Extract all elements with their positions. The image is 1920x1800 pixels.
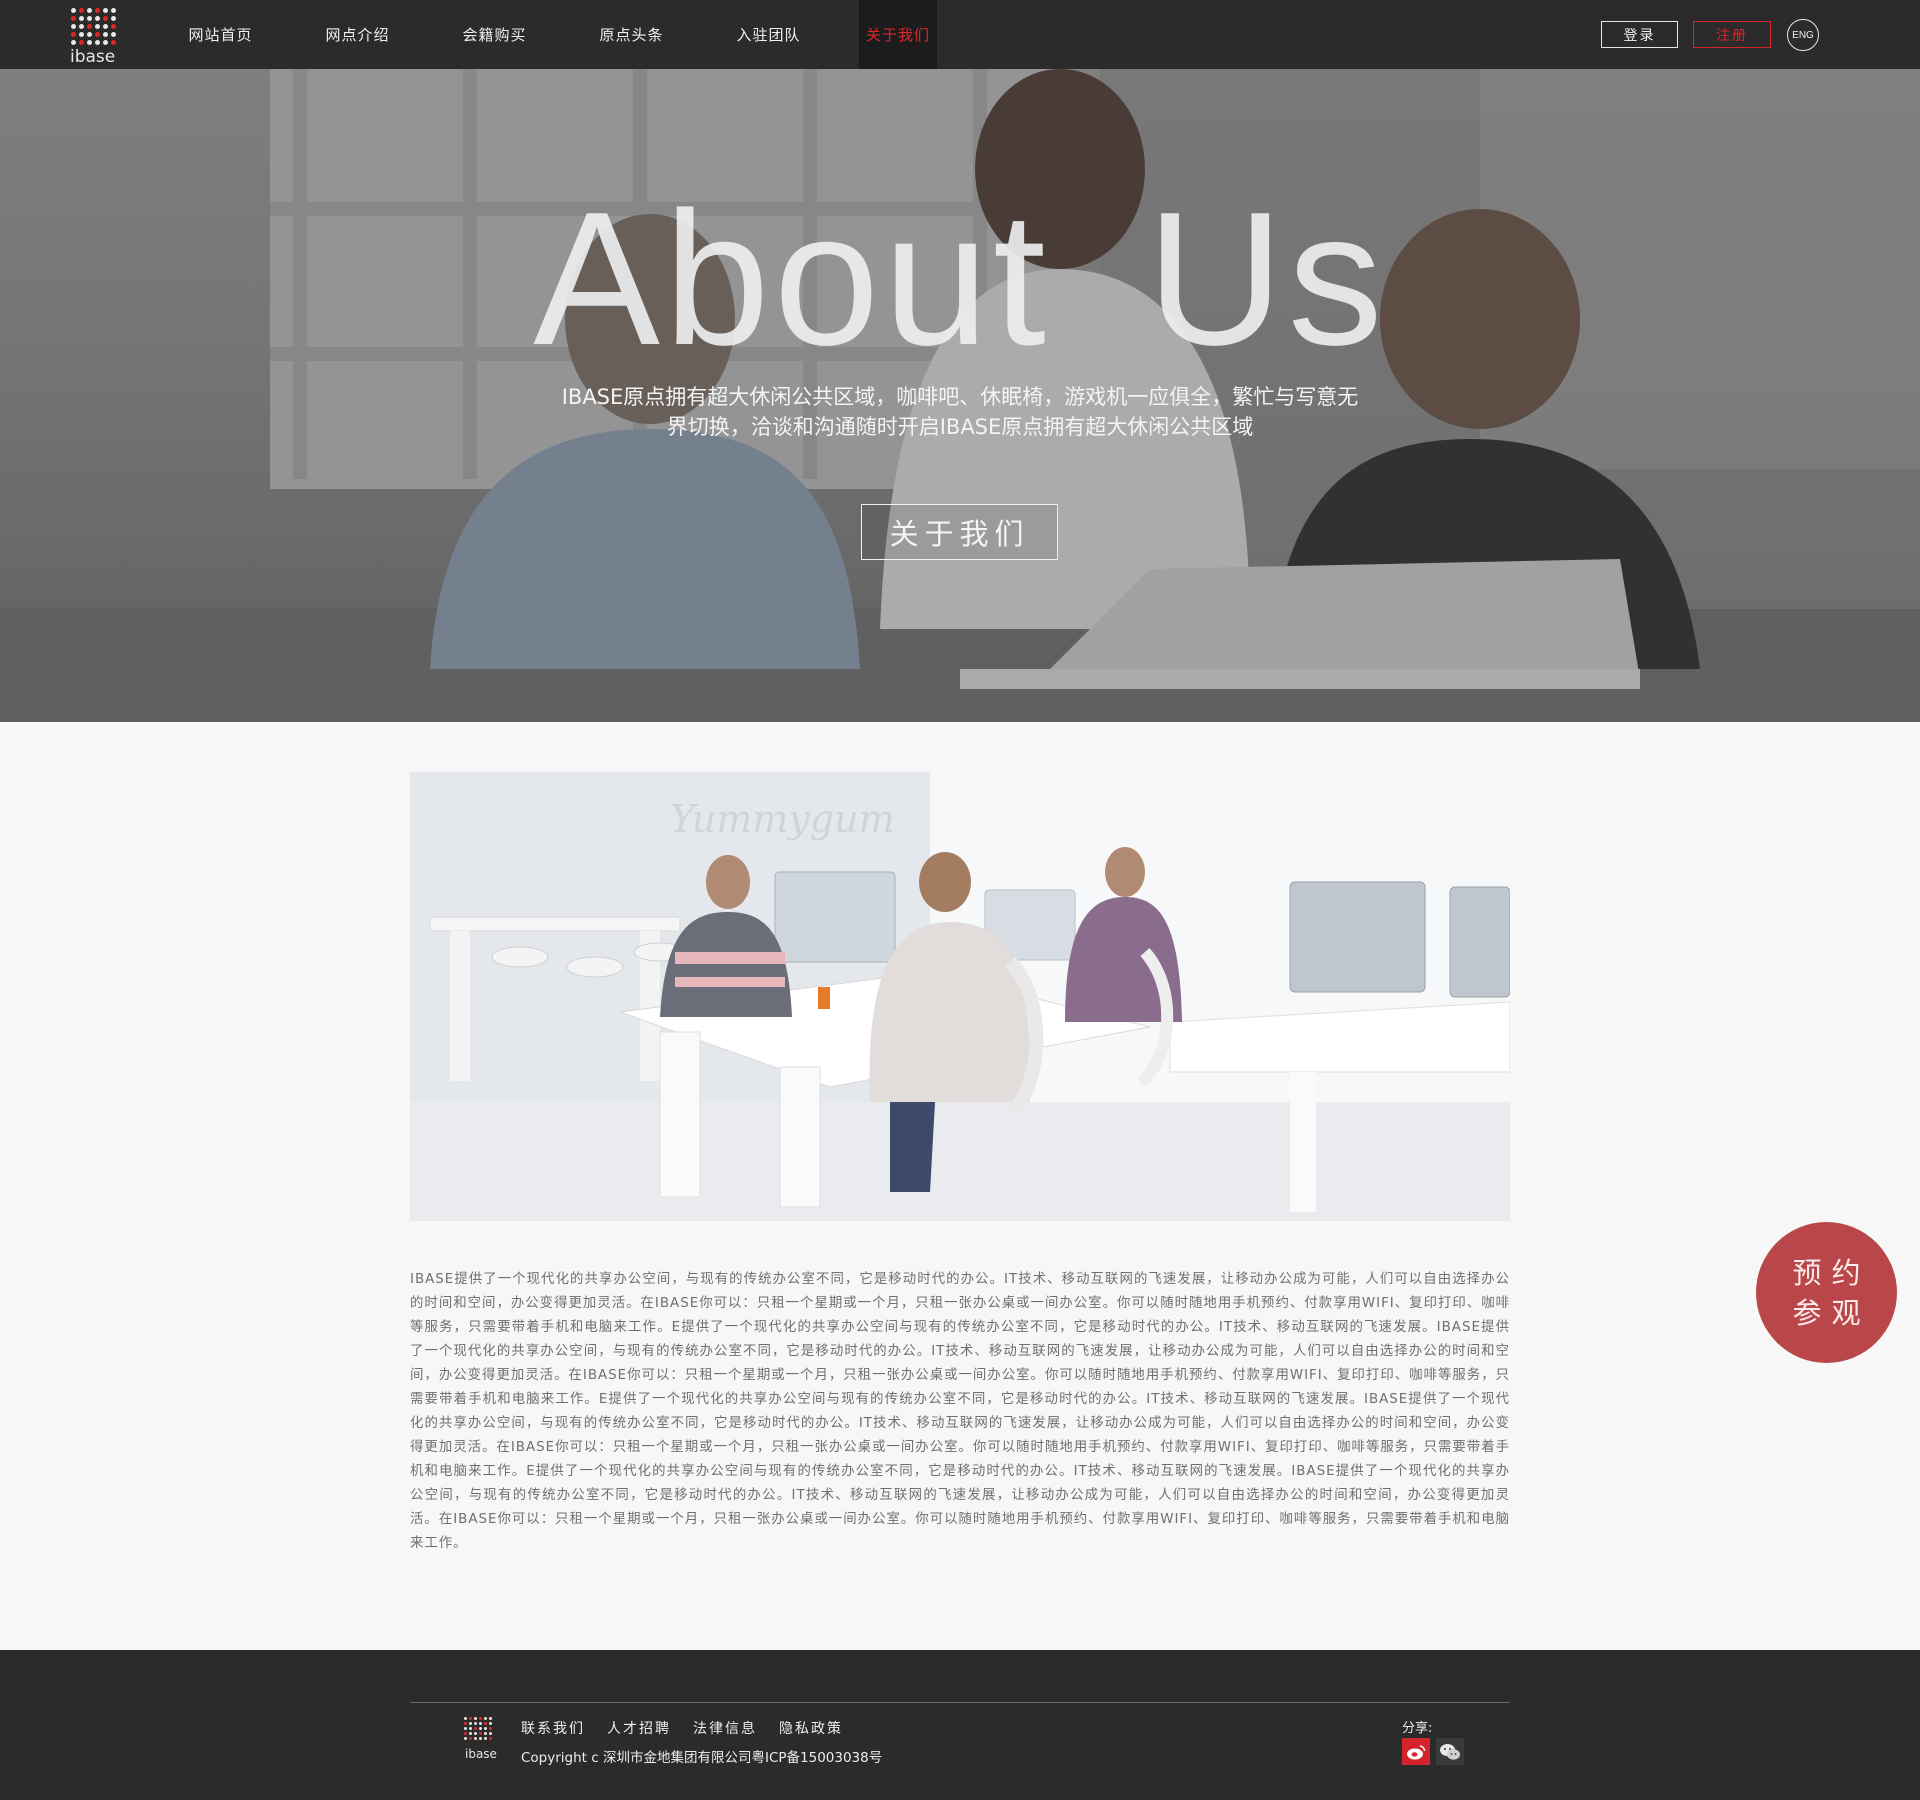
ibase-logo[interactable]: ibase xyxy=(68,4,120,67)
book-visit-line2: 参观 xyxy=(1792,1295,1871,1330)
top-navbar: ibase 网站首页 网点介绍 会籍购买 原点头条 入驻团队 关于我们 登录 注… xyxy=(0,0,1920,69)
nav-item-about[interactable]: 关于我们 xyxy=(859,0,937,69)
language-switch-button[interactable]: ENG xyxy=(1787,19,1819,51)
nav-item-teams[interactable]: 入驻团队 xyxy=(700,0,837,69)
wall-sign: Yummygum xyxy=(670,797,895,841)
office-photo: Yummygum xyxy=(410,772,1510,1221)
logo-dot-grid xyxy=(71,8,116,45)
register-button[interactable]: 注册 xyxy=(1693,21,1771,48)
footer-logo[interactable]: ibase xyxy=(464,1717,498,1763)
nav-item-news[interactable]: 原点头条 xyxy=(563,0,700,69)
hero-description: IBASE原点拥有超大休闲公共区域，咖啡吧、休眠椅，游戏机一应俱全，繁忙与写意无… xyxy=(561,385,1359,439)
footer-divider xyxy=(410,1702,1510,1703)
footer-links: 联系我们 人才招聘 法律信息 隐私政策 xyxy=(521,1718,865,1738)
nav-item-membership[interactable]: 会籍购买 xyxy=(426,0,563,69)
footer-link-careers[interactable]: 人才招聘 xyxy=(607,1718,671,1738)
copyright-text: Copyright c 深圳市金地集团有限公司粤ICP备15003038号 xyxy=(521,1750,883,1766)
hero-title: About Us xyxy=(533,173,1387,385)
book-visit-button[interactable]: 预约 参观 xyxy=(1756,1222,1897,1363)
footer-logo-dot-grid xyxy=(464,1717,492,1740)
hero-banner: About Us IBASE原点拥有超大休闲公共区域，咖啡吧、休眠椅，游戏机一应… xyxy=(0,69,1920,722)
weibo-icon[interactable] xyxy=(1402,1738,1430,1765)
login-button[interactable]: 登录 xyxy=(1601,21,1678,48)
about-us-button[interactable]: 关于我们 xyxy=(861,504,1058,560)
nav-item-locations[interactable]: 网点介绍 xyxy=(289,0,426,69)
footer-link-legal[interactable]: 法律信息 xyxy=(693,1718,757,1738)
nav-item-home[interactable]: 网站首页 xyxy=(152,0,289,69)
footer-link-privacy[interactable]: 隐私政策 xyxy=(779,1718,843,1738)
logo-text: ibase xyxy=(70,47,116,67)
office-photo-illustration: Yummygum xyxy=(410,772,1510,1221)
wechat-icon[interactable] xyxy=(1436,1738,1464,1765)
footer-logo-text: ibase xyxy=(465,1747,497,1761)
share-label: 分享: xyxy=(1402,1721,1433,1736)
main-menu: 网站首页 网点介绍 会籍购买 原点头条 入驻团队 关于我们 xyxy=(152,0,937,69)
about-article: IBASE提供了一个现代化的共享办公空间，与现有的传统办公室不同，它是移动时代的… xyxy=(410,1272,1510,1551)
footer-link-contact[interactable]: 联系我们 xyxy=(521,1718,585,1738)
footer: ibase 联系我们 人才招聘 法律信息 隐私政策 Copyright c 深圳… xyxy=(0,1650,1920,1800)
book-visit-line1: 预约 xyxy=(1792,1255,1871,1290)
